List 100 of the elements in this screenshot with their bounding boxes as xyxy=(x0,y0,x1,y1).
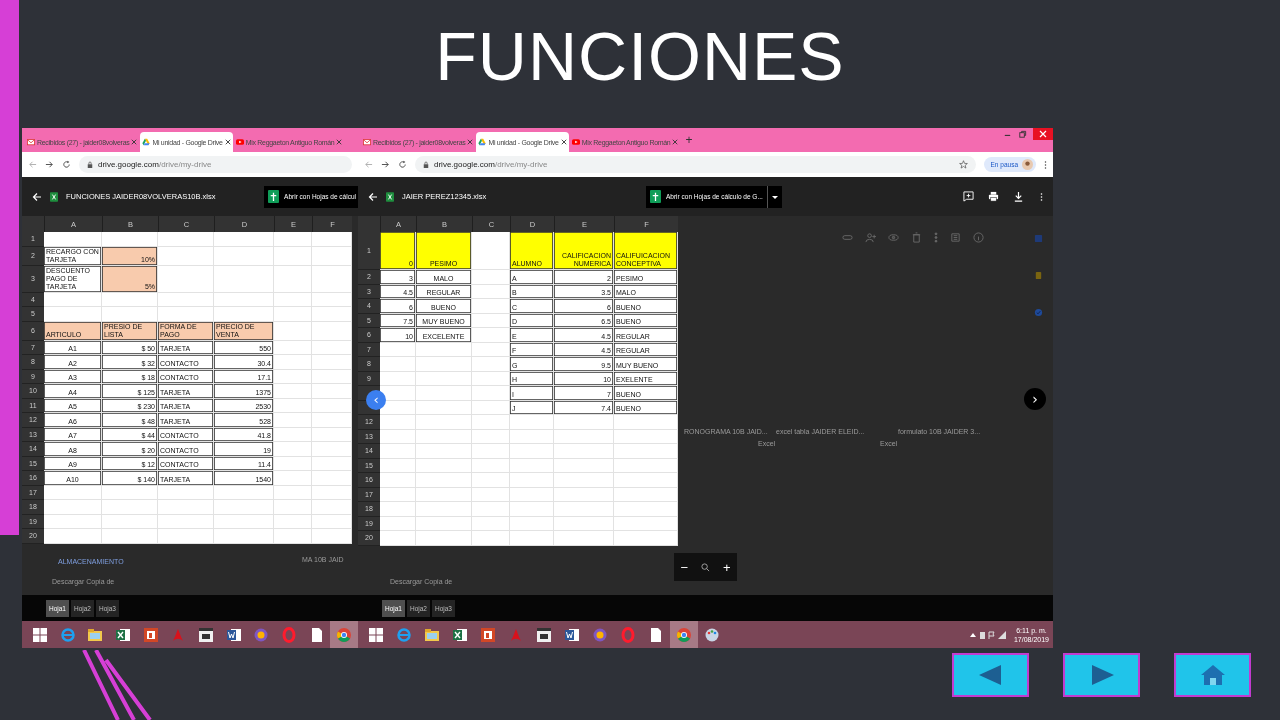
table-cell xyxy=(472,502,510,517)
info-icon[interactable] xyxy=(973,232,984,243)
table-cell xyxy=(274,529,312,544)
reload-icon[interactable] xyxy=(398,160,407,169)
table-cell xyxy=(554,415,614,430)
forward-icon[interactable] xyxy=(45,160,54,169)
star-icon[interactable] xyxy=(958,160,968,169)
close-icon[interactable] xyxy=(336,139,343,145)
table-cell xyxy=(44,232,102,247)
table-cell xyxy=(472,473,510,488)
table-cell xyxy=(472,415,510,430)
table-cell xyxy=(44,529,102,544)
table-cell xyxy=(510,415,554,430)
close-icon[interactable] xyxy=(131,139,138,145)
slide-title: FUNCIONES xyxy=(434,17,846,96)
system-tray-icons[interactable] xyxy=(967,629,1008,640)
more-icon[interactable] xyxy=(1044,159,1047,170)
table-cell xyxy=(416,415,472,430)
table-cell xyxy=(554,473,614,488)
table-cell xyxy=(274,442,312,457)
table-cell xyxy=(510,502,554,517)
table-cell xyxy=(274,232,312,247)
table-cell xyxy=(472,328,510,343)
table-cell xyxy=(214,307,274,322)
table-cell xyxy=(380,357,416,372)
table-cell xyxy=(614,502,678,517)
table-cell xyxy=(312,384,352,399)
table-cell xyxy=(614,415,678,430)
table-cell xyxy=(274,413,312,428)
note-icon[interactable] xyxy=(1034,271,1043,280)
mail-icon xyxy=(27,138,35,146)
table-cell xyxy=(312,232,352,247)
table-cell xyxy=(472,232,510,270)
next-button[interactable]: › xyxy=(1024,388,1046,410)
table-cell xyxy=(416,531,472,546)
table-cell xyxy=(554,444,614,459)
close-icon[interactable] xyxy=(224,139,231,145)
zoom-out-button[interactable]: − xyxy=(680,559,689,575)
forward-icon[interactable] xyxy=(381,160,390,169)
table-cell xyxy=(274,384,312,399)
restore-icon[interactable] xyxy=(1018,130,1027,139)
table-cell xyxy=(158,307,214,322)
table-cell xyxy=(614,531,678,546)
close-icon[interactable] xyxy=(1033,128,1053,140)
table-cell xyxy=(380,531,416,546)
new-tab-button[interactable]: + xyxy=(685,133,693,147)
spreadsheet-icon xyxy=(50,191,58,202)
table-cell xyxy=(380,386,416,401)
table-cell xyxy=(312,355,352,370)
table-cell xyxy=(510,473,554,488)
home-button[interactable] xyxy=(1174,653,1251,697)
print-icon[interactable] xyxy=(988,191,999,202)
next-slide-button[interactable] xyxy=(1063,653,1140,697)
list-icon[interactable] xyxy=(950,232,961,243)
table-cell xyxy=(102,529,158,544)
table-cell xyxy=(472,357,510,372)
table-cell xyxy=(274,307,312,322)
table-cell xyxy=(274,265,312,293)
zoom-in-button[interactable]: + xyxy=(722,559,731,575)
add-comment-icon[interactable] xyxy=(963,191,974,202)
table-cell xyxy=(274,500,312,515)
address-bar[interactable]: drive.google.com/drive/my-drive xyxy=(79,156,352,173)
table-cell xyxy=(380,415,416,430)
table-cell xyxy=(472,444,510,459)
close-icon[interactable] xyxy=(672,139,679,145)
more-icon[interactable] xyxy=(1040,191,1043,202)
table-cell xyxy=(312,471,352,486)
table-cell xyxy=(158,232,214,247)
table-cell xyxy=(44,307,102,322)
add-person-icon[interactable] xyxy=(865,232,876,243)
table-cell xyxy=(312,442,352,457)
download-icon[interactable] xyxy=(1013,191,1024,202)
table-cell xyxy=(614,444,678,459)
table-cell xyxy=(614,473,678,488)
table-cell xyxy=(44,500,102,515)
play-icon xyxy=(235,138,244,146)
table-cell xyxy=(158,529,214,544)
close-icon[interactable] xyxy=(467,139,474,145)
eye-icon[interactable] xyxy=(888,232,899,243)
table-cell xyxy=(102,307,158,322)
reload-icon[interactable] xyxy=(62,160,71,169)
table-cell xyxy=(158,500,214,515)
trash-icon[interactable] xyxy=(911,232,922,243)
table-cell xyxy=(416,502,472,517)
table-cell xyxy=(214,529,274,544)
drive-icon xyxy=(142,138,151,146)
address-bar[interactable]: drive.google.com/drive/my-drive xyxy=(415,156,976,173)
close-icon[interactable] xyxy=(560,139,567,145)
previous-slide-button[interactable] xyxy=(952,653,1029,697)
sheets-icon xyxy=(268,190,280,203)
table-cell xyxy=(472,270,510,285)
table-cell xyxy=(102,500,158,515)
mail-icon xyxy=(363,138,371,146)
table-cell xyxy=(380,473,416,488)
table-cell xyxy=(416,386,472,401)
table-cell xyxy=(416,357,472,372)
table-cell xyxy=(554,502,614,517)
link-icon[interactable] xyxy=(842,232,853,243)
search-icon[interactable] xyxy=(701,562,710,572)
table-cell xyxy=(472,531,510,546)
